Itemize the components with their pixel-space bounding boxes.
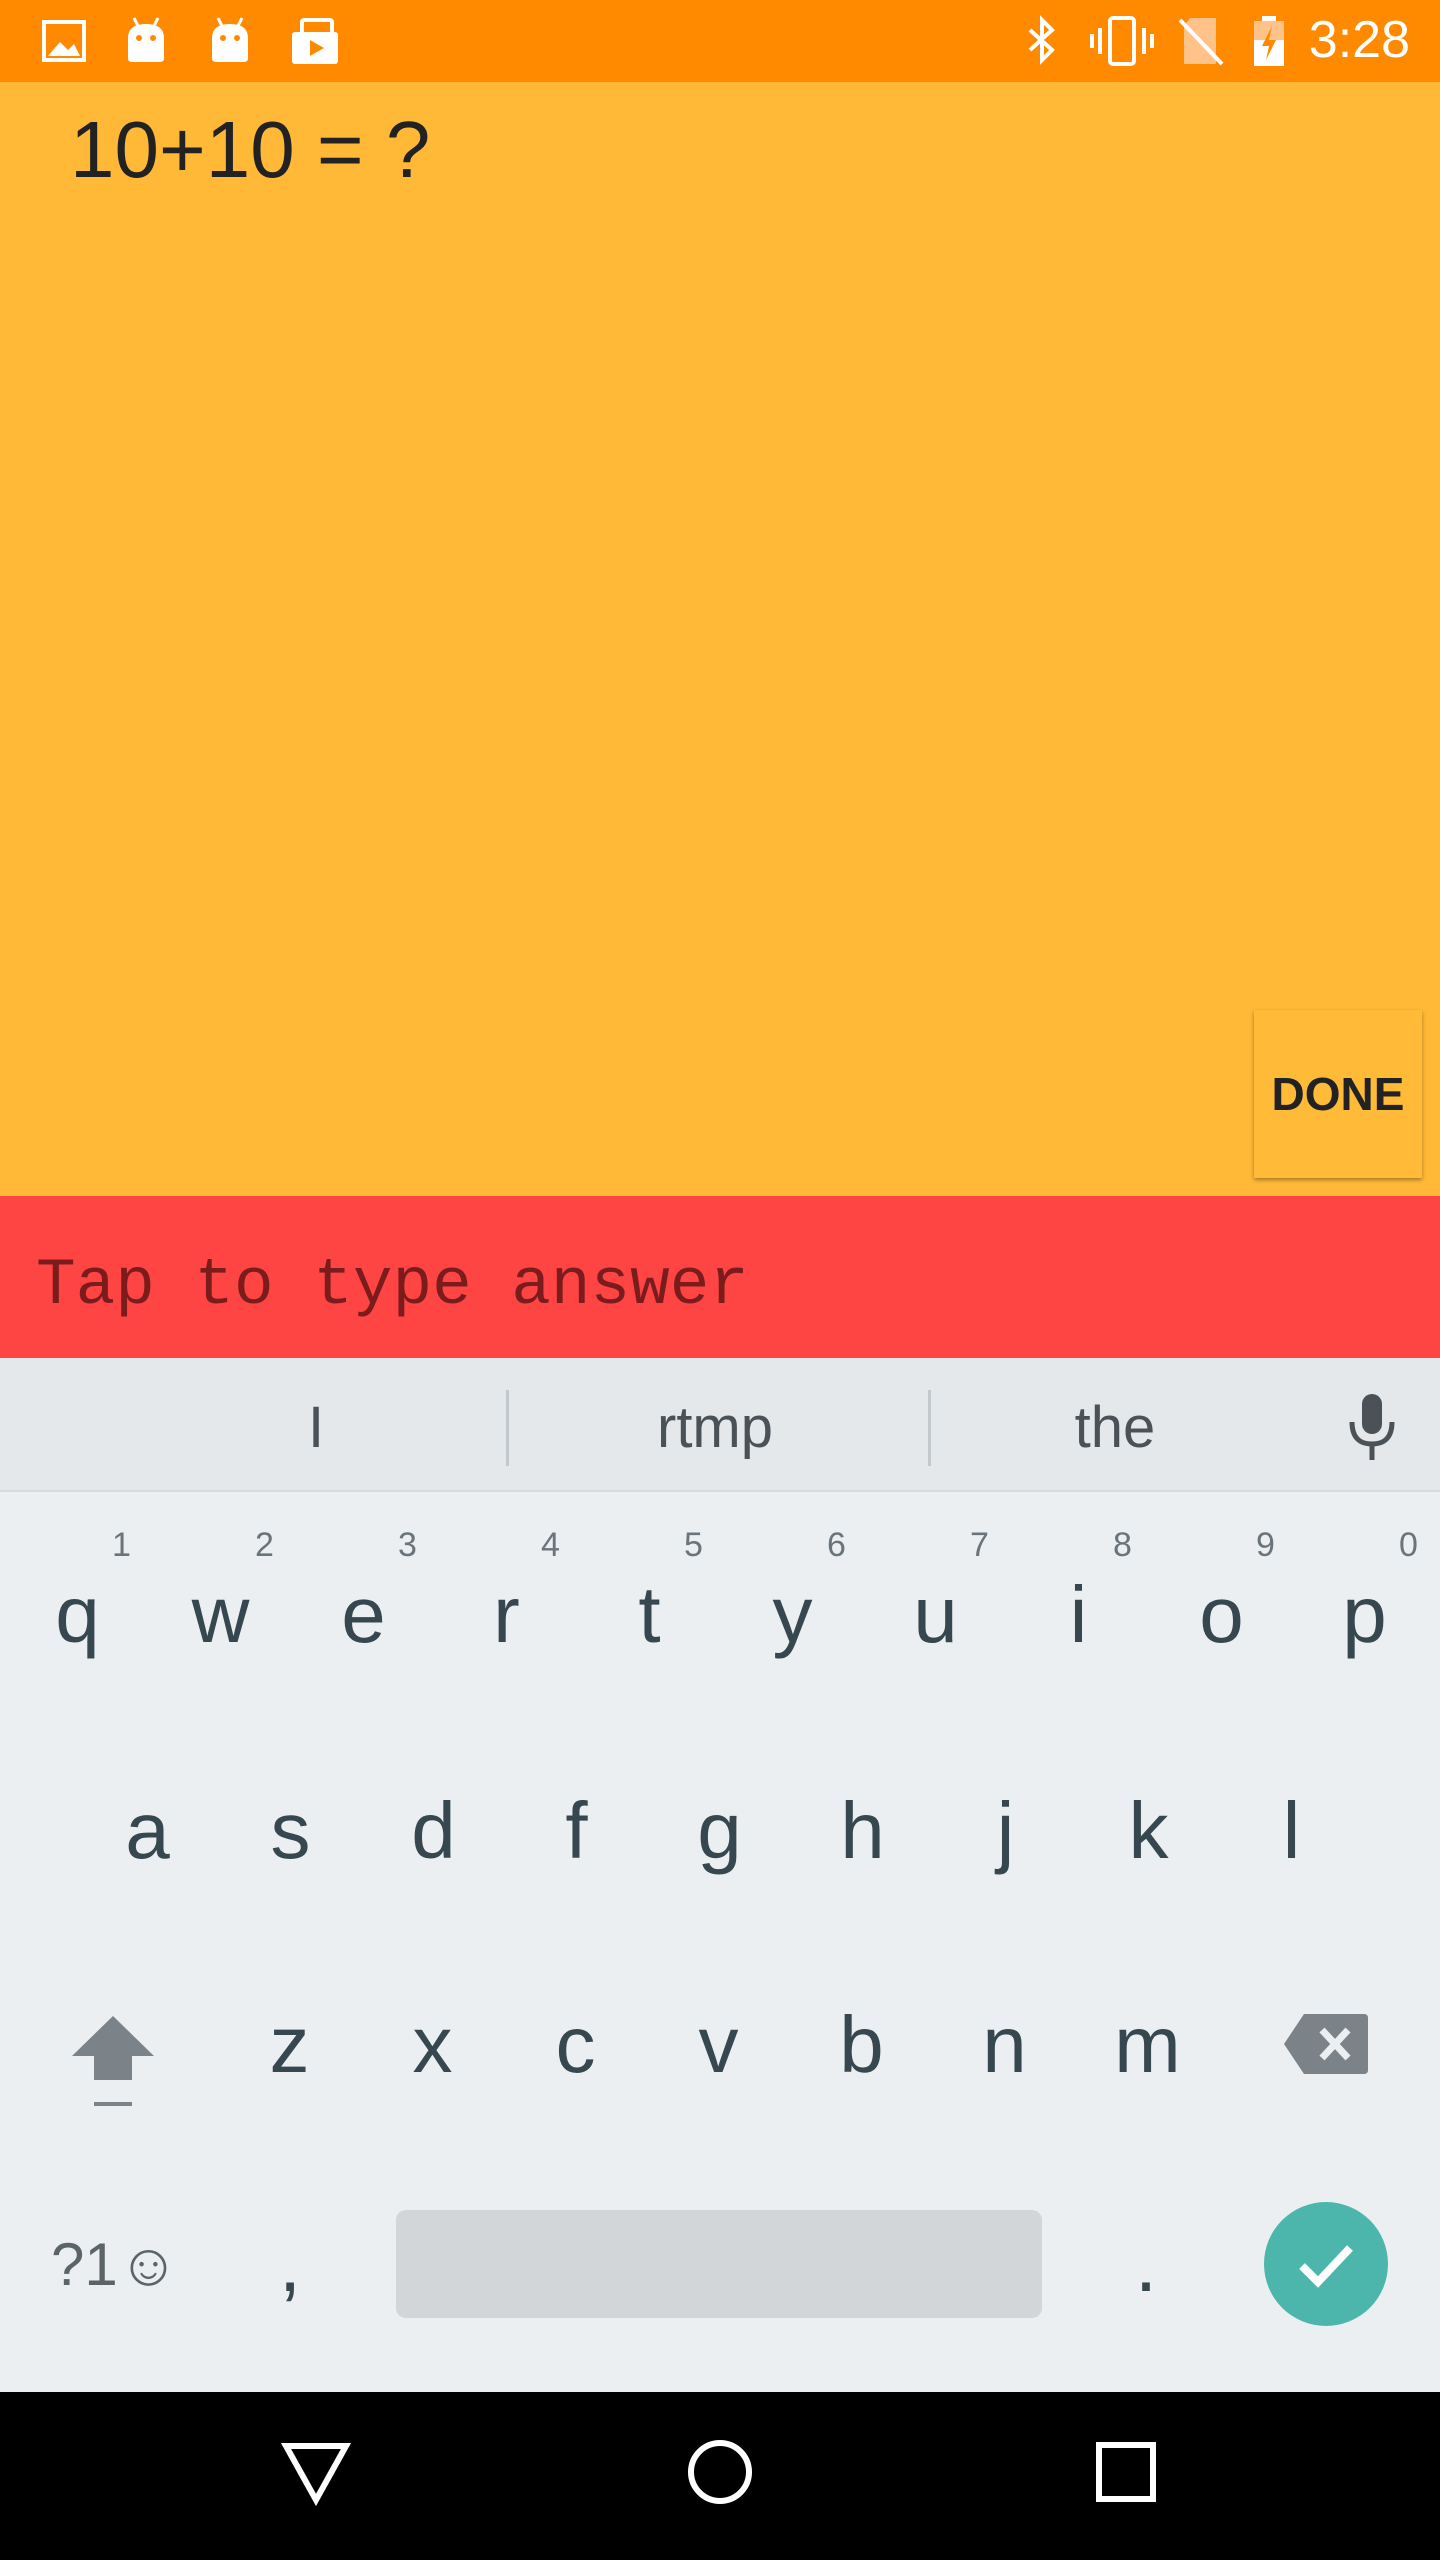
back-icon[interactable] <box>280 2436 352 2508</box>
briefcase-icon <box>292 18 338 64</box>
comma-key[interactable]: , <box>230 2210 350 2318</box>
backspace-icon[interactable] <box>1282 2012 1368 2076</box>
vibrate-icon <box>1090 16 1154 66</box>
key-f[interactable]: f <box>505 1766 648 1896</box>
shift-icon[interactable] <box>68 2008 158 2108</box>
answer-input[interactable]: Tap to type answer <box>0 1196 1440 1358</box>
image-icon <box>42 20 86 62</box>
key-i[interactable]: i <box>1007 1550 1150 1680</box>
key-g[interactable]: g <box>648 1766 791 1896</box>
battery-charging-icon <box>1254 16 1284 66</box>
suggestion-1[interactable]: I <box>216 1394 416 1461</box>
key-u[interactable]: u <box>864 1550 1007 1680</box>
status-bar: 3:28 <box>0 0 1440 82</box>
key-z[interactable]: z <box>218 1980 361 2110</box>
suggestion-divider <box>928 1390 931 1466</box>
period-key[interactable]: . <box>1086 2210 1206 2318</box>
home-icon[interactable] <box>684 2436 756 2508</box>
key-n[interactable]: n <box>933 1980 1076 2110</box>
microphone-icon[interactable] <box>1344 1392 1400 1464</box>
key-w[interactable]: w <box>149 1550 292 1680</box>
key-b[interactable]: b <box>790 1980 933 2110</box>
suggestion-3[interactable]: the <box>1000 1394 1230 1461</box>
number-hint: 9 <box>1256 1526 1275 1564</box>
key-q[interactable]: q <box>6 1550 149 1680</box>
key-l[interactable]: l <box>1220 1766 1363 1896</box>
navigation-bar <box>0 2392 1440 2560</box>
suggestion-strip: I rtmp the <box>0 1358 1440 1492</box>
key-c[interactable]: c <box>504 1980 647 2110</box>
number-hint: 6 <box>827 1526 846 1564</box>
number-hint: 4 <box>541 1526 560 1564</box>
key-j[interactable]: j <box>934 1766 1077 1896</box>
no-sim-icon <box>1178 18 1224 66</box>
question-text: 10+10 = ? <box>70 105 431 194</box>
key-r[interactable]: r <box>435 1550 578 1680</box>
key-m[interactable]: m <box>1076 1980 1219 2110</box>
number-hint: 8 <box>1113 1526 1132 1564</box>
number-hint: 3 <box>398 1526 417 1564</box>
suggestion-divider <box>506 1390 509 1466</box>
soft-keyboard: I rtmp the ?1☺ , . q1w2e3r4t5y6u7i8o9p0 a… <box>0 1358 1440 2392</box>
suggestion-2[interactable]: rtmp <box>580 1394 850 1461</box>
number-hint: 5 <box>684 1526 703 1564</box>
key-d[interactable]: d <box>362 1766 505 1896</box>
key-o[interactable]: o <box>1150 1550 1293 1680</box>
key-e[interactable]: e <box>292 1550 435 1680</box>
check-icon <box>1299 2245 1353 2288</box>
key-p[interactable]: p <box>1293 1550 1436 1680</box>
key-v[interactable]: v <box>647 1980 790 2110</box>
answer-placeholder: Tap to type answer <box>36 1248 749 1323</box>
android-icon <box>128 17 164 62</box>
done-button[interactable]: DONE <box>1254 1010 1422 1178</box>
number-hint: 7 <box>970 1526 989 1564</box>
enter-key[interactable] <box>1264 2202 1388 2326</box>
symbols-key[interactable]: ?1☺ <box>40 2210 190 2318</box>
key-a[interactable]: a <box>76 1766 219 1896</box>
key-y[interactable]: y <box>721 1550 864 1680</box>
key-k[interactable]: k <box>1077 1766 1220 1896</box>
key-t[interactable]: t <box>578 1550 721 1680</box>
android-icon <box>212 17 248 62</box>
key-s[interactable]: s <box>219 1766 362 1896</box>
space-bar[interactable] <box>396 2210 1042 2318</box>
number-hint: 2 <box>255 1526 274 1564</box>
number-hint: 0 <box>1399 1526 1418 1564</box>
recents-icon[interactable] <box>1090 2436 1162 2508</box>
key-x[interactable]: x <box>361 1980 504 2110</box>
clock: 3:28 <box>1308 11 1410 69</box>
key-h[interactable]: h <box>791 1766 934 1896</box>
number-hint: 1 <box>112 1526 131 1564</box>
question-area: 10+10 = ? DONE <box>0 82 1440 1196</box>
bluetooth-icon <box>1028 15 1055 65</box>
